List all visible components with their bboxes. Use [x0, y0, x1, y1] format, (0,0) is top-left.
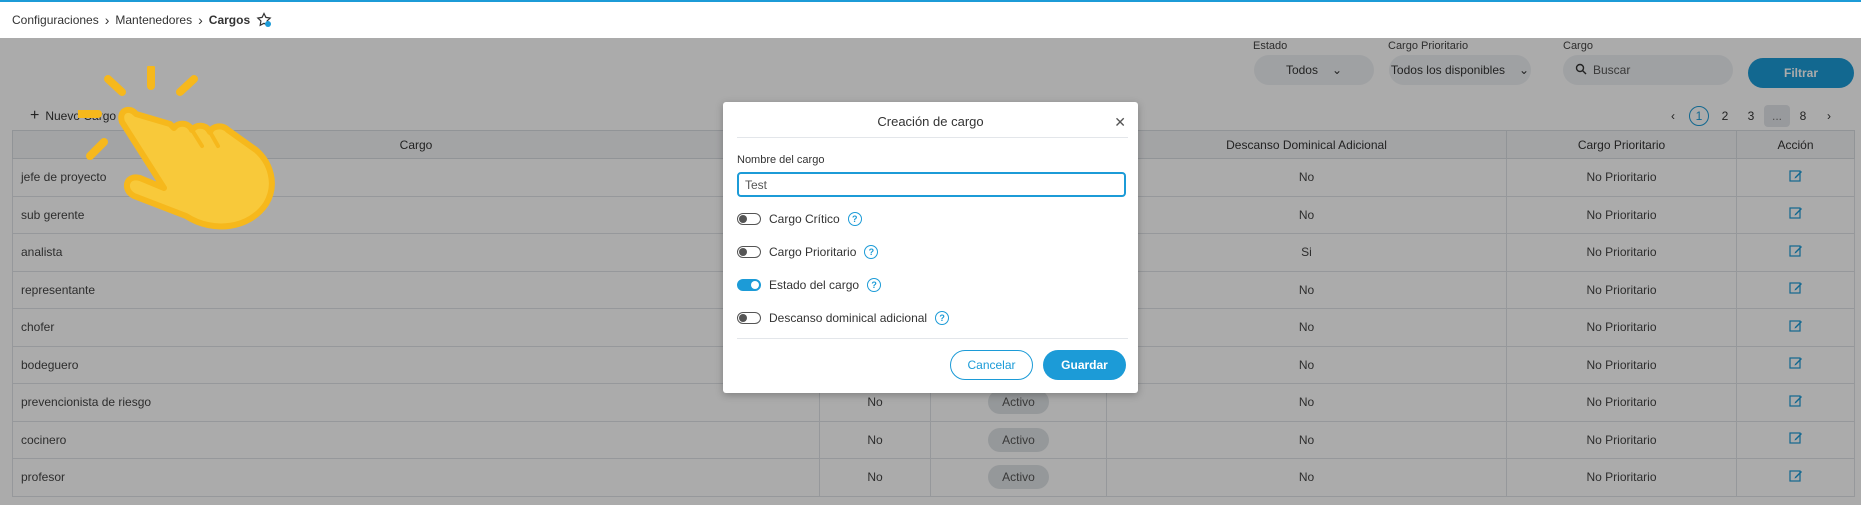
breadcrumb-item-configuraciones[interactable]: Configuraciones — [12, 13, 99, 27]
cargo-prioritario-toggle[interactable] — [737, 246, 761, 258]
chevron-right-icon: › — [104, 12, 110, 28]
create-cargo-modal: Creación de cargo ✕ Nombre del cargo Car… — [723, 102, 1138, 393]
breadcrumb: Configuraciones › Mantenedores › Cargos — [12, 12, 272, 28]
toggle-row-critico: Cargo Crítico ? — [737, 212, 862, 226]
modal-title: Creación de cargo — [877, 114, 984, 129]
top-bar: Configuraciones › Mantenedores › Cargos — [0, 0, 1861, 38]
modal-divider — [737, 137, 1128, 138]
cancel-button[interactable]: Cancelar — [950, 350, 1033, 380]
help-icon[interactable]: ? — [847, 212, 862, 226]
cargo-name-label: Nombre del cargo — [737, 154, 825, 166]
help-icon[interactable]: ? — [935, 311, 950, 325]
descanso-dominical-label: Descanso dominical adicional — [769, 311, 928, 325]
cargo-critico-label: Cargo Crítico — [769, 212, 840, 226]
save-button[interactable]: Guardar — [1043, 350, 1126, 380]
cargo-name-input[interactable] — [737, 172, 1126, 197]
cargo-prioritario-label: Cargo Prioritario — [769, 245, 857, 259]
cargo-critico-toggle[interactable] — [737, 213, 761, 225]
help-icon[interactable]: ? — [867, 278, 882, 292]
breadcrumb-item-mantenedores[interactable]: Mantenedores — [115, 13, 192, 27]
toggle-row-estado: Estado del cargo ? — [737, 278, 882, 292]
breadcrumb-item-cargos: Cargos — [208, 13, 251, 27]
estado-cargo-toggle[interactable] — [737, 279, 761, 291]
descanso-dominical-toggle[interactable] — [737, 312, 761, 324]
chevron-right-icon: › — [198, 12, 203, 28]
close-icon[interactable]: ✕ — [1114, 114, 1126, 131]
toggle-row-prioritario: Cargo Prioritario ? — [737, 245, 879, 259]
modal-divider — [737, 338, 1128, 339]
tap-hand-icon — [78, 66, 275, 230]
favorite-star-icon[interactable] — [256, 12, 272, 28]
toggle-row-descanso: Descanso dominical adicional ? — [737, 311, 950, 325]
estado-cargo-label: Estado del cargo — [769, 278, 860, 292]
help-icon[interactable]: ? — [864, 245, 879, 259]
